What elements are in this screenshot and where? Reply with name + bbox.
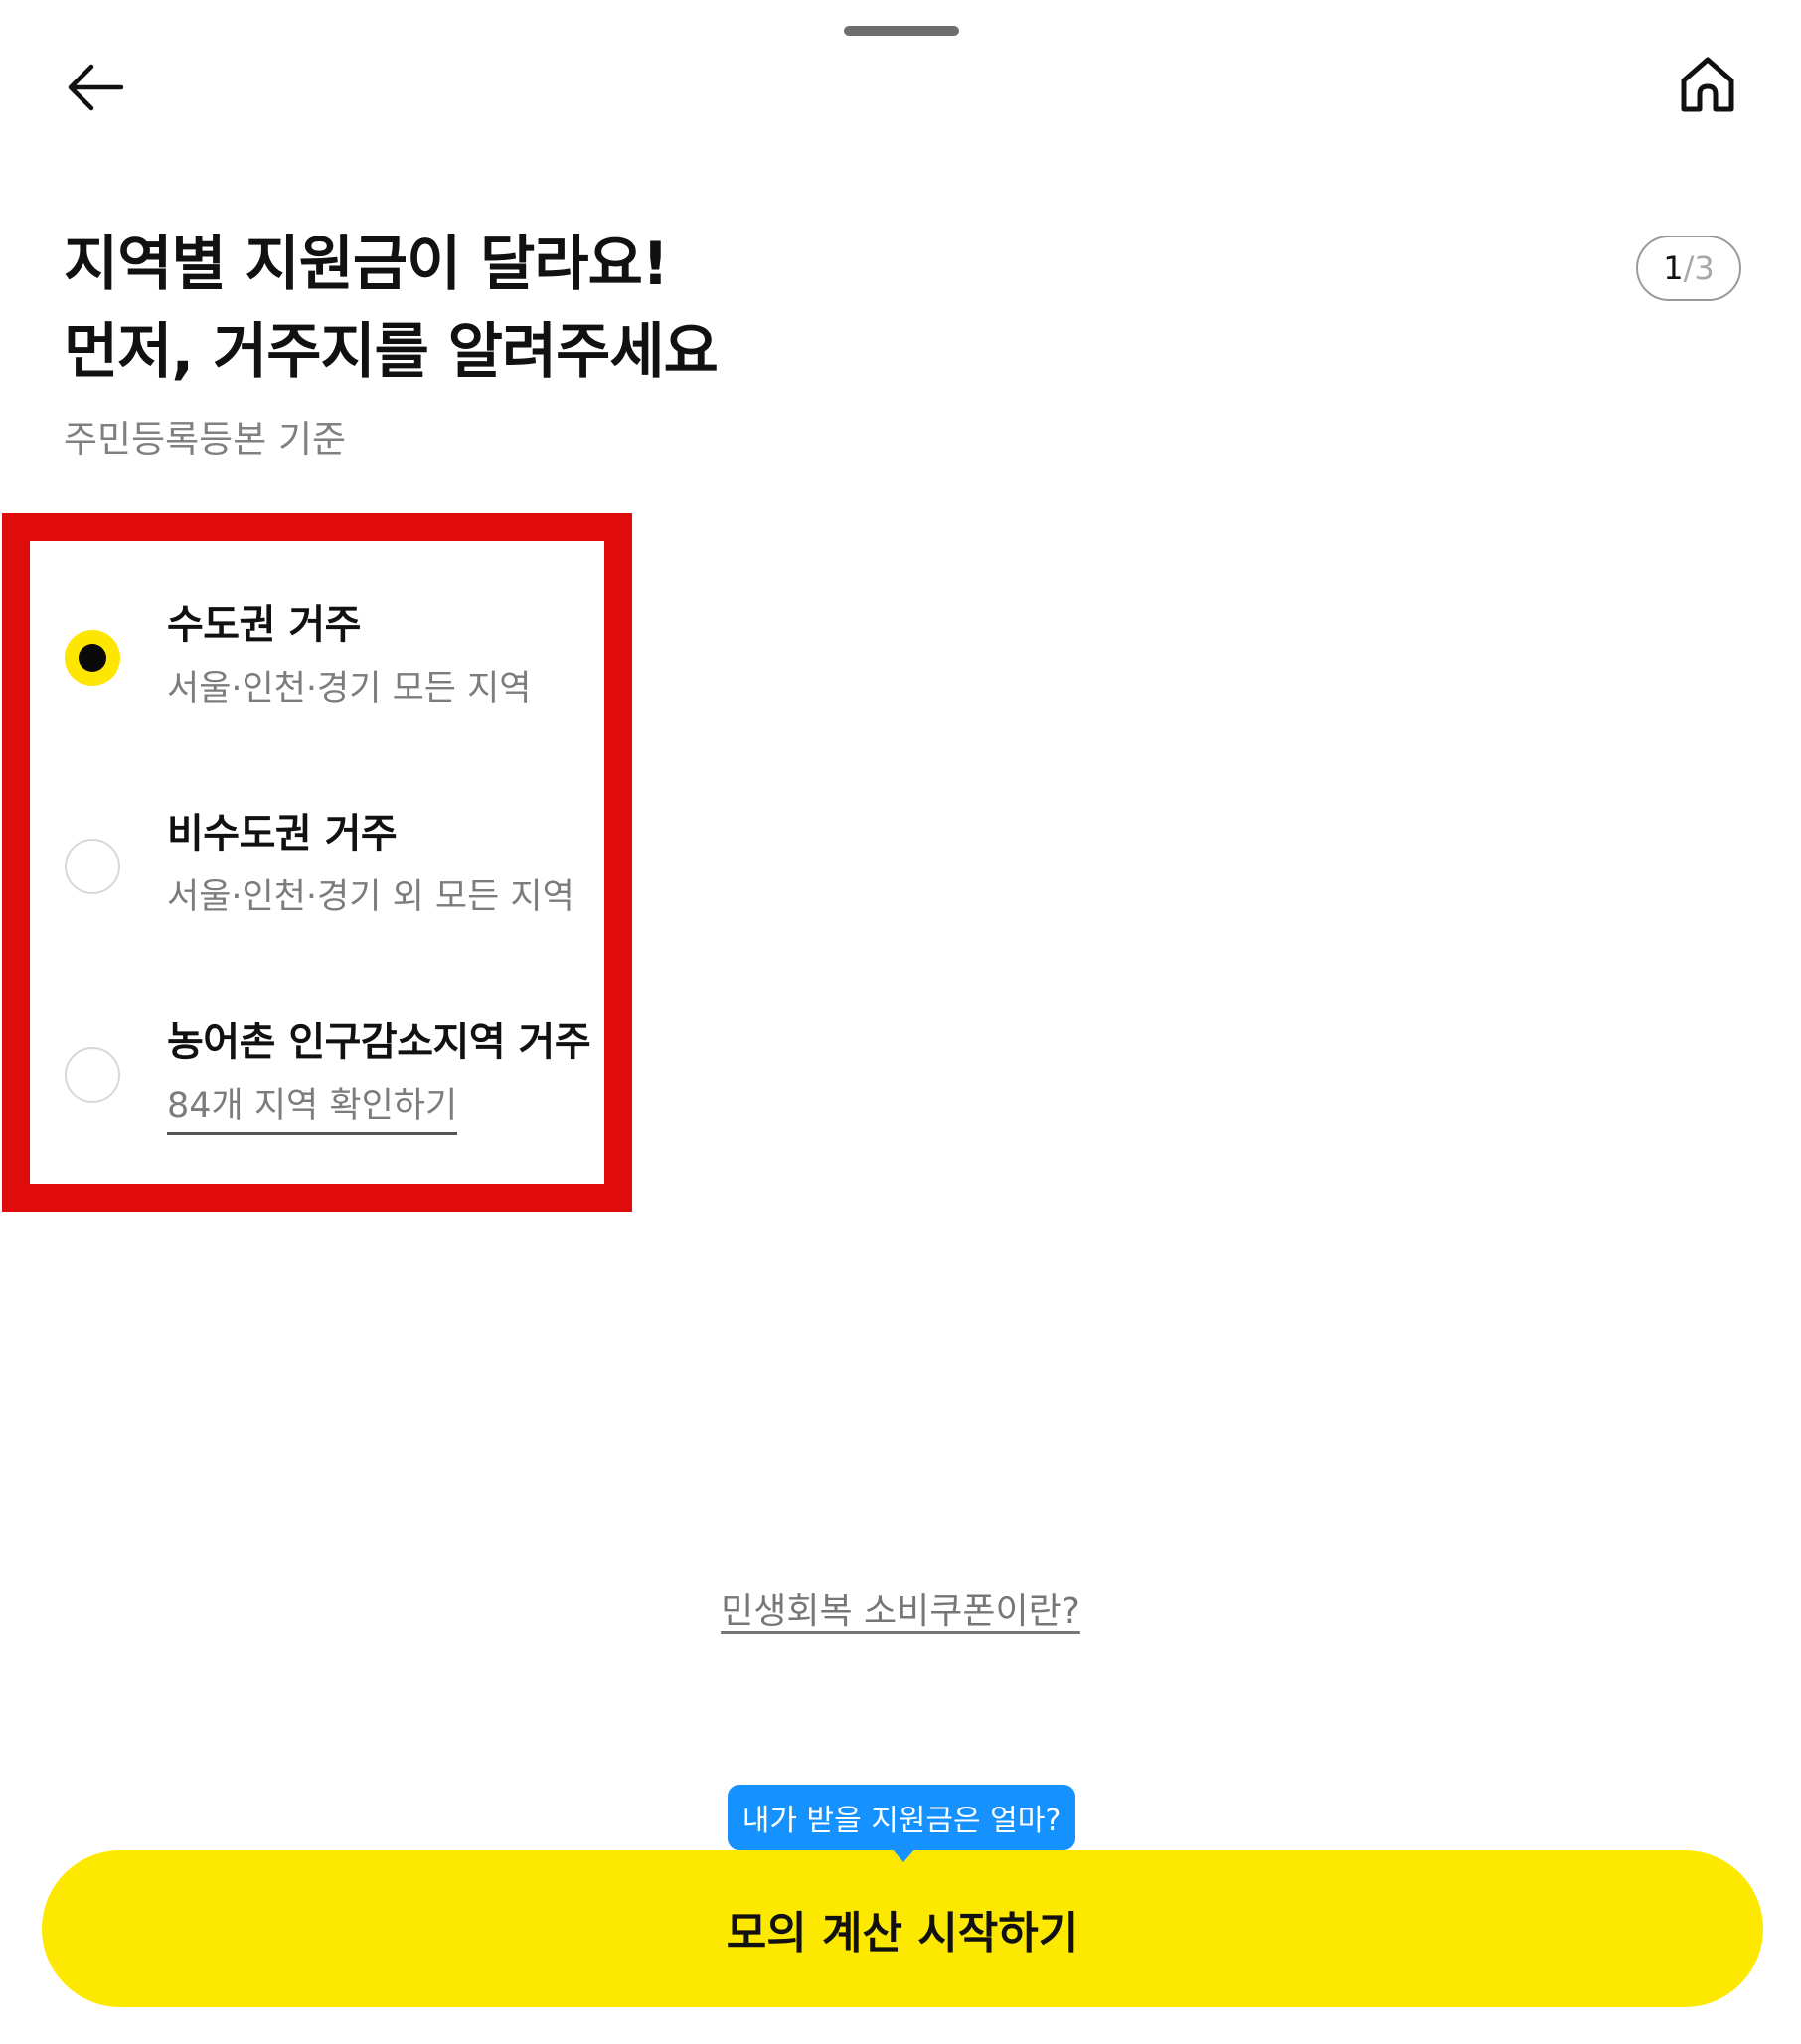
drag-handle[interactable] [844,26,959,36]
option-label: 농어촌 인구감소지역 거주 [167,1020,591,1065]
option-label: 비수도권 거주 [167,811,398,857]
consumption-coupon-info-link[interactable]: 민생회복 소비쿠폰이란? [721,1591,1080,1632]
step-separator: / [1683,249,1695,287]
option-description: 서울·인천·경기 모든 지역 [167,669,532,708]
option-label: 수도권 거주 [167,602,361,648]
radio-unselected-icon[interactable] [65,839,120,894]
arrow-left-icon [68,64,124,111]
radio-unselected-icon[interactable] [65,1047,120,1103]
home-button[interactable] [1658,36,1757,135]
page-title: 지역별 지원금이 달라요! 먼저, 거주지를 알려주세요 [64,221,719,395]
page-subtitle: 주민등록등본 기준 [64,418,347,461]
home-icon [1681,57,1734,112]
step-indicator: 1 / 3 [1636,236,1741,301]
option-description: 서울·인천·경기 외 모든 지역 [167,877,574,917]
step-current: 1 [1663,249,1684,287]
back-button[interactable] [48,40,143,135]
option-non-capital-area[interactable]: 비수도권 거주 서울·인천·경기 외 모든 지역 [64,801,620,960]
tooltip-arrow [892,1848,915,1862]
radio-selected-icon[interactable] [65,630,120,686]
info-link-container: 민생회복 소비쿠폰이란? [0,1582,1801,1634]
step-total: 3 [1694,249,1715,287]
option-capital-area[interactable]: 수도권 거주 서울·인천·경기 모든 지역 [64,592,620,751]
view-84-regions-link[interactable]: 84개 지역 확인하기 [167,1077,458,1135]
title-line-1: 지역별 지원금이 달라요! [64,230,669,299]
cta-tooltip: 내가 받을 지원금은 얼마? [728,1785,1075,1850]
option-rural-depopulation-area[interactable]: 농어촌 인구감소지역 거주 84개 지역 확인하기 [64,1010,620,1169]
title-line-2: 먼저, 거주지를 알려주세요 [64,317,719,387]
start-simulation-button[interactable]: 모의 계산 시작하기 [42,1850,1763,2007]
